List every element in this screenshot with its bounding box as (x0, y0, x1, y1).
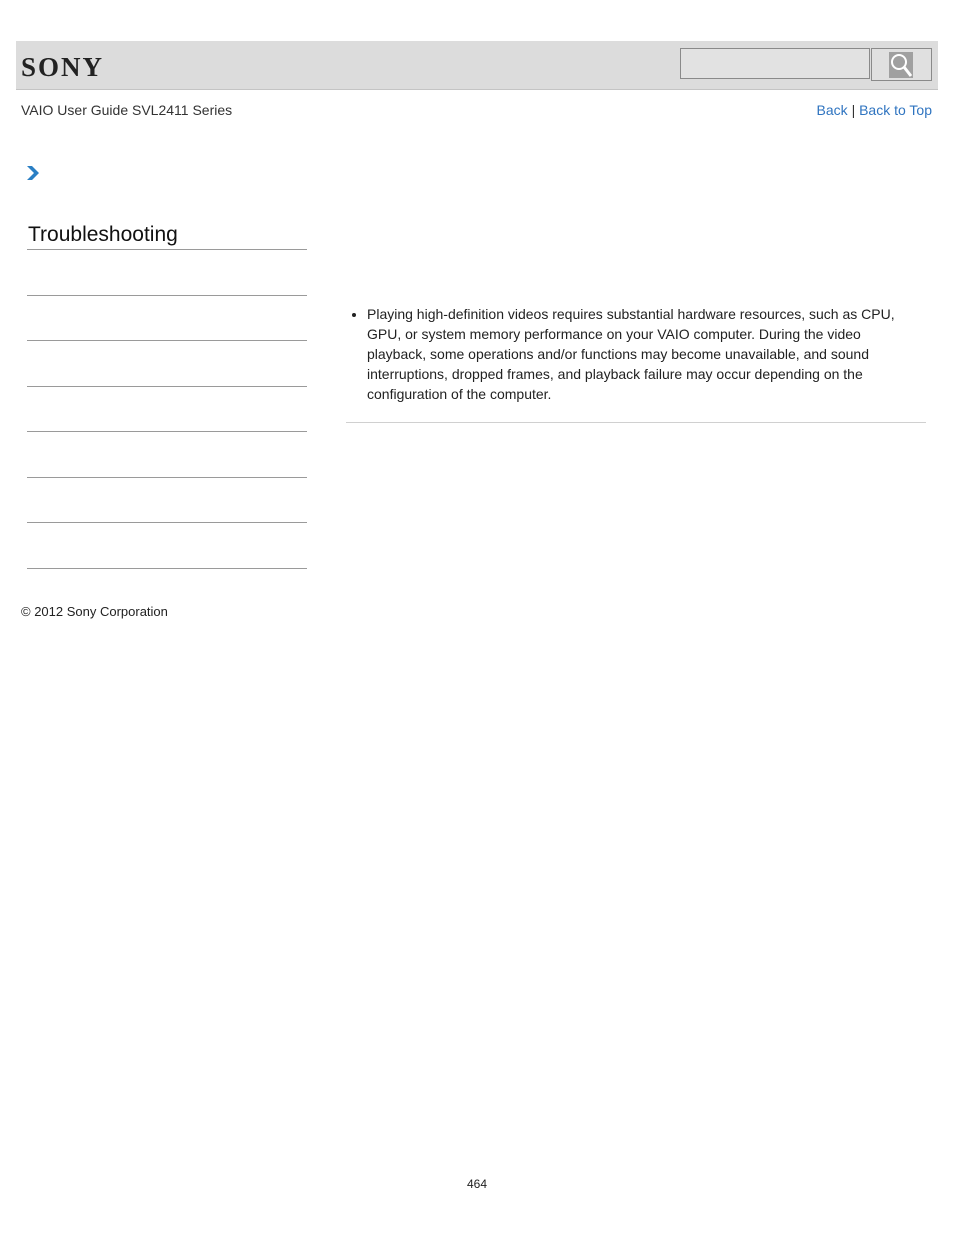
chevron-right-icon[interactable] (26, 165, 40, 186)
sidebar-item[interactable] (27, 340, 307, 341)
back-to-top-link[interactable]: Back to Top (859, 102, 932, 118)
main-content: Playing high-definition videos requires … (346, 304, 916, 404)
top-links: Back | Back to Top (817, 102, 932, 118)
copyright: © 2012 Sony Corporation (21, 604, 168, 619)
sidebar-item[interactable] (27, 477, 307, 478)
sidebar-item[interactable] (27, 295, 307, 296)
bullet-list: Playing high-definition videos requires … (346, 304, 916, 404)
sidebar-item[interactable] (27, 386, 307, 387)
section-title: Troubleshooting (28, 223, 178, 246)
page-number: 464 (466, 1177, 488, 1191)
divider (346, 422, 926, 423)
list-item: Playing high-definition videos requires … (367, 304, 916, 404)
sidebar-item[interactable] (27, 522, 307, 523)
sidebar-item[interactable] (27, 431, 307, 432)
search-icon (889, 52, 913, 78)
search-button[interactable] (871, 48, 932, 81)
header-bar: SONY (16, 41, 938, 90)
guide-title: VAIO User Guide SVL2411 Series (21, 102, 233, 118)
sony-logo: SONY (21, 52, 105, 82)
link-separator: | (851, 102, 856, 118)
back-link[interactable]: Back (817, 102, 848, 118)
sidebar-item[interactable] (27, 568, 307, 569)
search-input[interactable] (680, 48, 870, 79)
divider (27, 249, 307, 250)
